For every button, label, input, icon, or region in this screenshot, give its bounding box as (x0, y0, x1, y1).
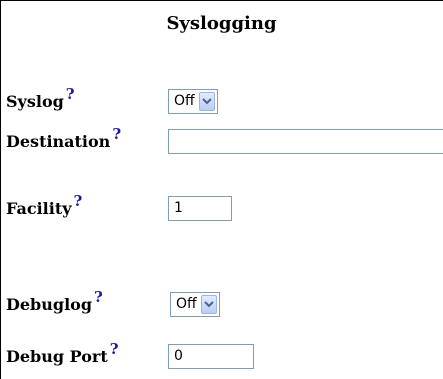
syslog-label-group: Syslog ? (6, 85, 75, 117)
question-mark-icon[interactable]: ? (112, 125, 121, 143)
panel-border-left (0, 0, 1, 379)
question-mark-icon[interactable]: ? (110, 340, 119, 358)
syslog-row: Syslog ? Off (6, 85, 436, 117)
destination-control (168, 125, 443, 157)
debuglog-control: Off (170, 288, 220, 320)
facility-row: Facility ? 1 (6, 192, 436, 224)
debuglog-select[interactable]: Off (170, 291, 220, 317)
destination-row: Destination ? (6, 125, 443, 157)
destination-label-group: Destination ? (6, 125, 121, 157)
debug-port-row: Debug Port ? 0 (6, 340, 436, 372)
debuglog-label: Debuglog (6, 294, 92, 314)
destination-input[interactable] (168, 128, 443, 154)
chevron-down-icon[interactable] (201, 294, 217, 314)
debug-port-control: 0 (168, 340, 254, 372)
syslog-label: Syslog (6, 91, 64, 111)
question-mark-icon[interactable]: ? (66, 85, 75, 103)
debug-port-label: Debug Port (6, 346, 108, 366)
destination-label: Destination (6, 131, 111, 151)
facility-label: Facility (6, 198, 72, 218)
page-title: Syslogging (166, 13, 277, 34)
syslogging-panel: Syslogging Syslog ? Off Destination ? Fa (0, 0, 443, 379)
question-mark-icon[interactable]: ? (94, 288, 103, 306)
debug-port-label-group: Debug Port ? (6, 340, 119, 372)
debug-port-input[interactable]: 0 (168, 343, 254, 369)
syslog-select-value: Off (174, 93, 195, 109)
syslog-control: Off (168, 85, 218, 117)
question-mark-icon[interactable]: ? (74, 192, 83, 210)
debuglog-select-value: Off (176, 296, 197, 312)
debuglog-row: Debuglog ? Off (6, 288, 436, 320)
chevron-down-icon[interactable] (199, 91, 215, 111)
facility-input[interactable]: 1 (168, 195, 232, 221)
facility-label-group: Facility ? (6, 192, 82, 224)
panel-border-top (0, 0, 443, 1)
syslog-select[interactable]: Off (168, 88, 218, 114)
debuglog-label-group: Debuglog ? (6, 288, 103, 320)
facility-control: 1 (168, 192, 232, 224)
